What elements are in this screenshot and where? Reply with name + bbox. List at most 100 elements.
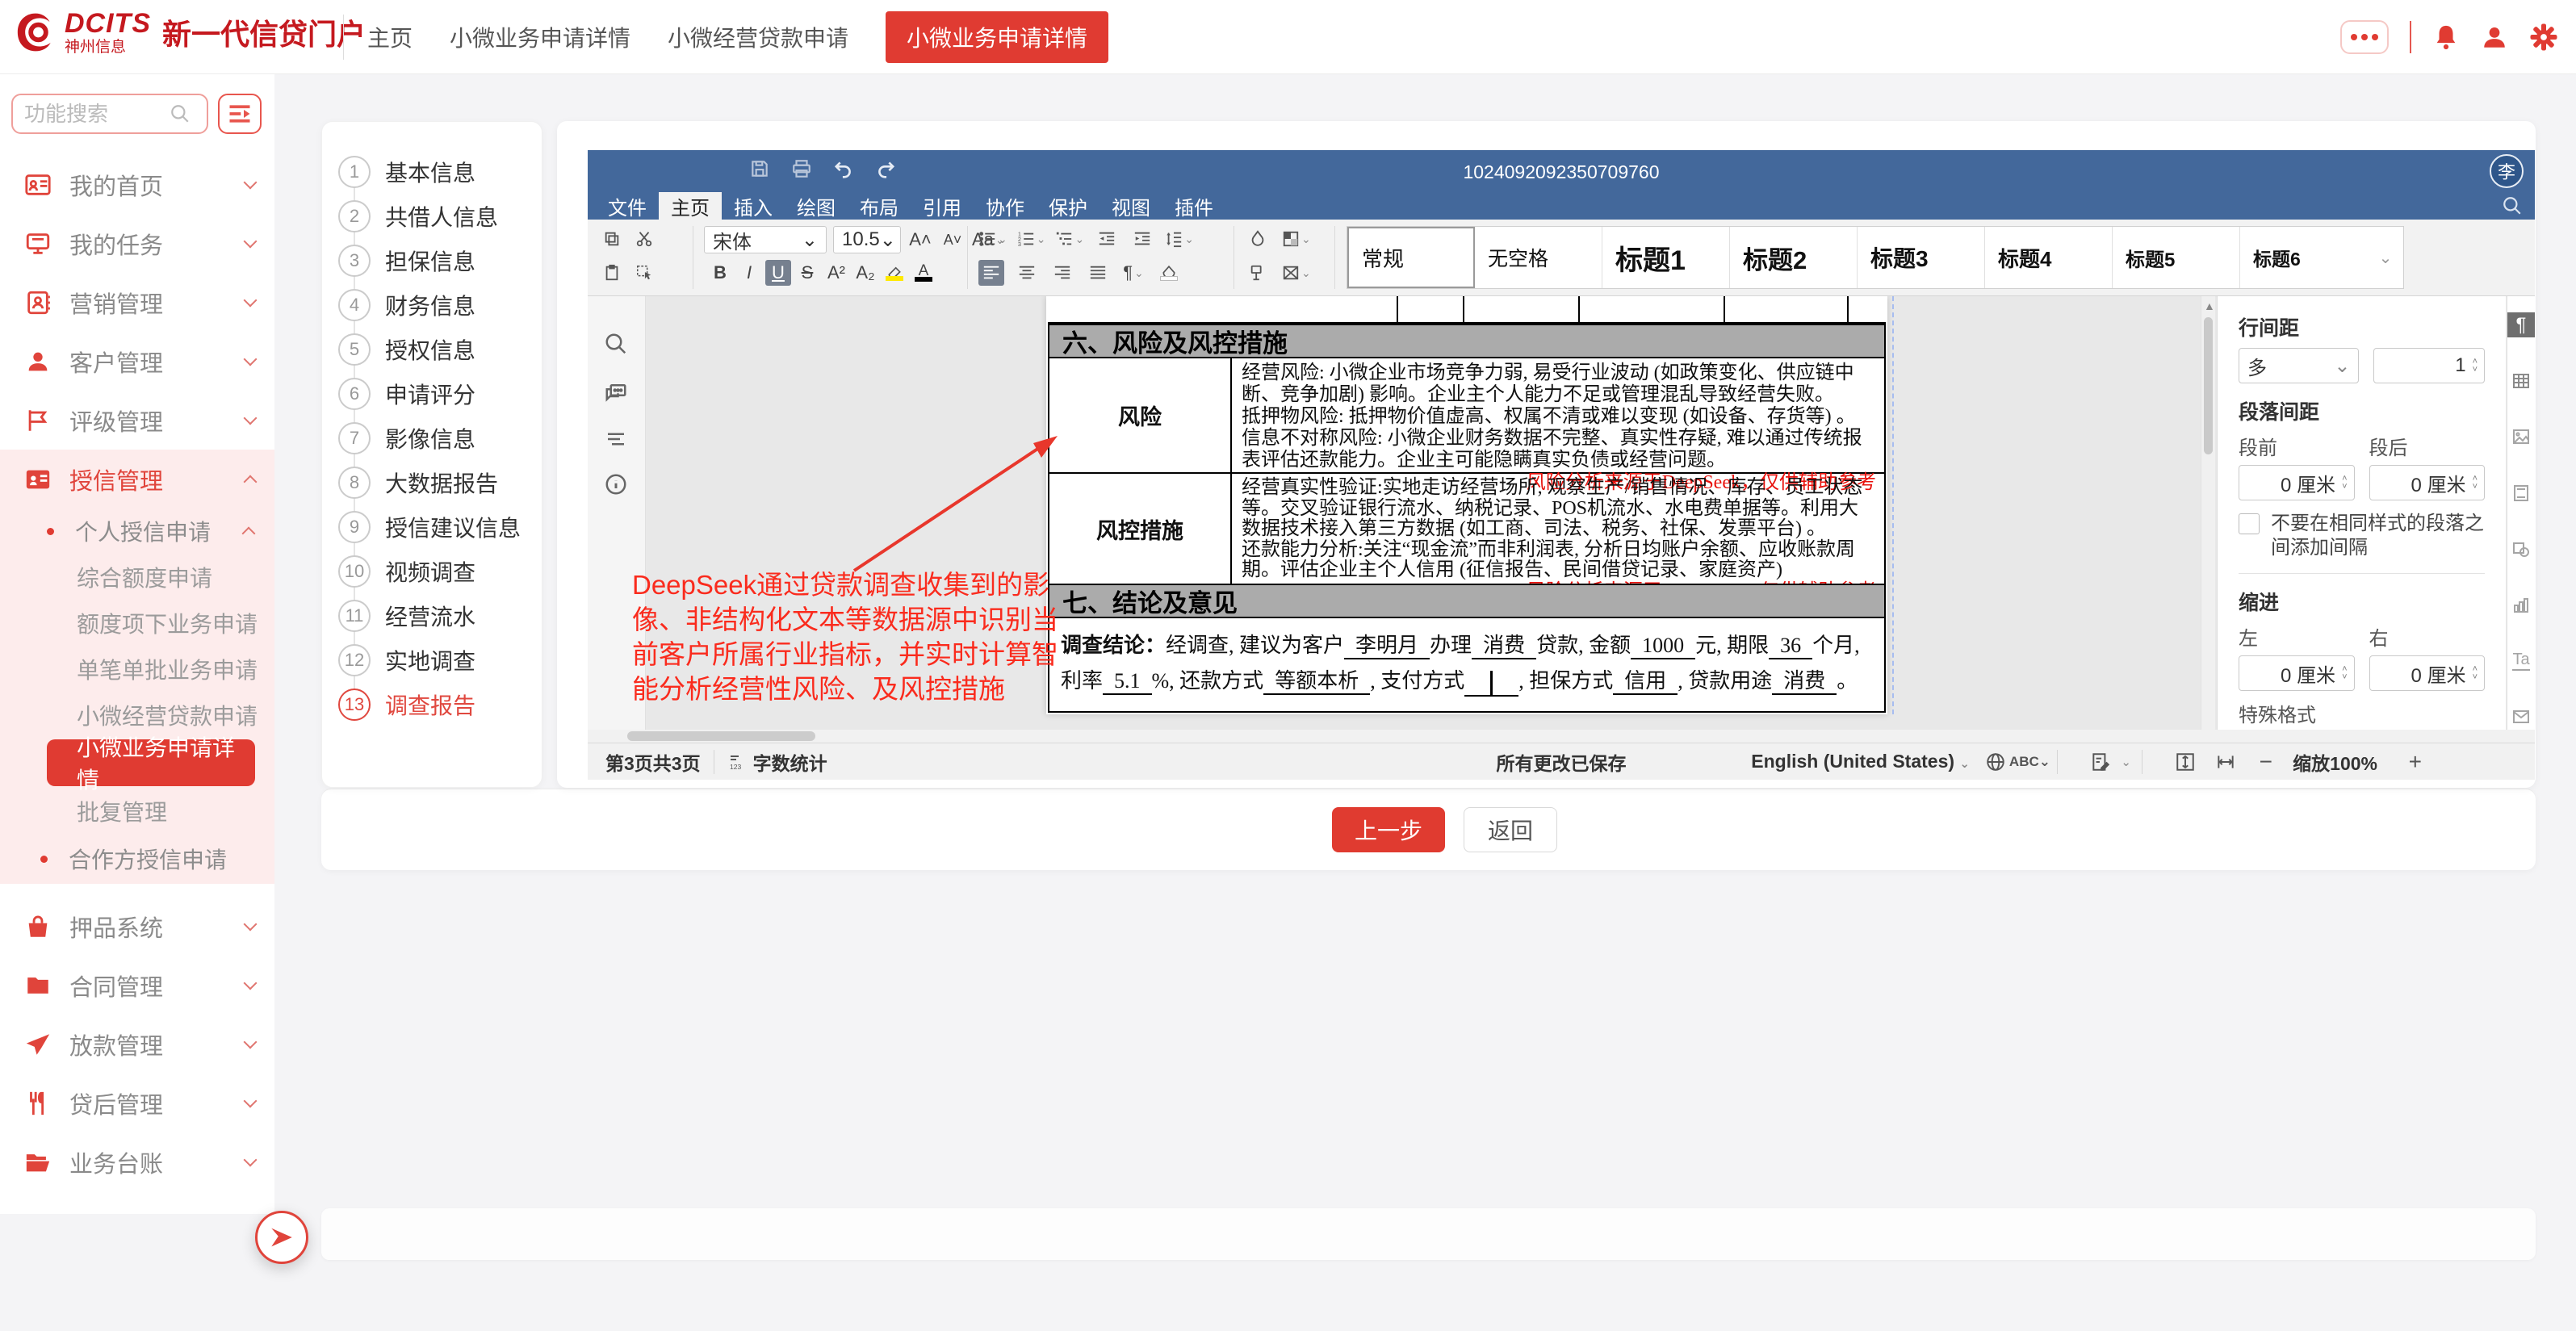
sidebar-item-credit-mgmt[interactable]: 授信管理 xyxy=(0,450,274,509)
paragraph-mark-icon[interactable]: ¶⌄ xyxy=(1120,260,1146,286)
step-coborrower[interactable]: 2共借人信息 xyxy=(338,200,498,232)
chart-panel-tab[interactable] xyxy=(2507,592,2536,617)
step-imaging[interactable]: 7影像信息 xyxy=(338,422,475,454)
sidebar-item-customers[interactable]: 客户管理 xyxy=(0,332,274,391)
style-heading2[interactable]: 标题2 xyxy=(1730,227,1858,288)
conclusion-paragraph[interactable]: 调查结论：经调查, 建议为客户李明月办理消费贷款, 金额1000元, 期限36个… xyxy=(1048,618,1886,713)
payment-method-blank[interactable] xyxy=(1464,669,1518,697)
style-heading4[interactable]: 标题4 xyxy=(1985,227,2113,288)
language-select[interactable]: English (United States) ⌄ xyxy=(1751,751,1970,772)
hscroll-thumb[interactable] xyxy=(627,731,815,741)
style-heading6[interactable]: 标题6 xyxy=(2240,227,2368,288)
ink-icon[interactable] xyxy=(1245,226,1271,252)
step-authorization[interactable]: 5授权信息 xyxy=(338,333,475,366)
image-panel-tab[interactable] xyxy=(2507,425,2536,450)
italic-icon[interactable]: I xyxy=(736,260,762,286)
quick-send-fab[interactable] xyxy=(255,1211,308,1264)
shrink-font-icon[interactable]: A˅ xyxy=(940,227,965,253)
underline-icon[interactable]: U xyxy=(765,260,791,286)
spellcheck-icon[interactable]: ABC⌄ xyxy=(2009,754,2050,770)
menu-home[interactable]: 主页 xyxy=(659,192,722,220)
no-space-same-style-checkbox[interactable]: 不要在相同样式的段落之间添加间隔 xyxy=(2239,512,2485,560)
sidebar-item-collateral[interactable]: 押品系统 xyxy=(0,897,274,956)
bullet-list-icon[interactable]: ⌄ xyxy=(978,226,1007,252)
fit-page-icon[interactable] xyxy=(2175,751,2196,772)
sidebar-item-personal-credit[interactable]: 个人授信申请 xyxy=(0,509,274,554)
menu-collaboration[interactable]: 协作 xyxy=(974,192,1037,220)
function-search[interactable] xyxy=(11,94,208,134)
table-panel-tab[interactable] xyxy=(2507,368,2536,393)
vscroll-thumb[interactable] xyxy=(2204,317,2213,454)
spacing-after-input[interactable]: 0 厘米˄˅ xyxy=(2369,465,2486,500)
superscript-icon[interactable]: A² xyxy=(823,260,849,286)
decrease-indent-icon[interactable] xyxy=(1094,226,1120,252)
page-panel-tab[interactable] xyxy=(2507,480,2536,505)
user-icon[interactable] xyxy=(2481,23,2508,51)
sidebar-item-my-tasks[interactable]: 我的任务 xyxy=(0,214,274,273)
sidebar-item-partner-credit[interactable]: 合作方授信申请 xyxy=(0,834,274,884)
style-normal[interactable]: 常规 xyxy=(1347,227,1475,288)
editor-avatar[interactable]: 李 xyxy=(2490,154,2524,188)
menu-file[interactable]: 文件 xyxy=(596,192,659,220)
menu-insert[interactable]: 插入 xyxy=(722,192,785,220)
style-no-spacing[interactable]: 无空格 xyxy=(1475,227,1602,288)
text-art-panel-tab[interactable]: Ta xyxy=(2507,648,2536,673)
sidebar-item-contracts[interactable]: 合同管理 xyxy=(0,956,274,1015)
tab-micro-detail[interactable]: 小微业务申请详情 xyxy=(450,21,630,53)
step-survey-report[interactable]: 13调查报告 xyxy=(338,689,475,721)
numbered-list-icon[interactable]: 123⌄ xyxy=(1017,226,1046,252)
sidebar-item-rating[interactable]: 评级管理 xyxy=(0,391,274,450)
menu-references[interactable]: 引用 xyxy=(911,192,974,220)
menu-layout[interactable]: 布局 xyxy=(848,192,911,220)
gradient-fill-icon[interactable]: ⌄ xyxy=(1282,226,1311,252)
sidebar-item-post-loan[interactable]: 贷后管理 xyxy=(0,1074,274,1132)
fit-width-icon[interactable] xyxy=(2215,751,2236,772)
zoom-in-button[interactable]: + xyxy=(2409,749,2422,775)
bell-icon[interactable] xyxy=(2432,23,2460,51)
scroll-up-icon[interactable]: ▲ xyxy=(2204,299,2215,312)
highlight-color-icon[interactable] xyxy=(882,260,907,286)
style-heading3[interactable]: 标题3 xyxy=(1858,227,1985,288)
return-button[interactable]: 返回 xyxy=(1464,807,1557,852)
menu-view[interactable]: 视图 xyxy=(1100,192,1162,220)
grow-font-icon[interactable]: A˄ xyxy=(907,227,933,253)
sidebar-collapse-button[interactable] xyxy=(218,94,262,134)
navigation-icon[interactable] xyxy=(604,427,628,451)
info-icon[interactable] xyxy=(604,472,628,496)
step-finance[interactable]: 4财务信息 xyxy=(338,289,475,321)
more-actions-button[interactable] xyxy=(2340,20,2389,54)
font-color-icon[interactable]: A xyxy=(911,260,936,286)
paragraph-panel-tab[interactable]: ¶ xyxy=(2507,312,2536,337)
search-input[interactable] xyxy=(24,102,170,127)
gear-icon[interactable] xyxy=(2529,23,2558,52)
document-page[interactable]: 六、风险及风控措施 风险 经营风险: 小微企业市场竞争力弱, 易受行业波动 (如… xyxy=(1046,296,1887,714)
sidebar-item-my-home[interactable]: 我的首页 xyxy=(0,155,274,214)
style-heading5[interactable]: 标题5 xyxy=(2113,227,2240,288)
bold-icon[interactable]: B xyxy=(707,260,733,286)
signature-icon[interactable] xyxy=(1245,260,1271,286)
step-bigdata-report[interactable]: 8大数据报告 xyxy=(338,467,498,499)
track-changes-dropdown[interactable]: ⌄ xyxy=(2121,755,2131,769)
find-icon[interactable] xyxy=(604,332,628,356)
sidebar-item-marketing[interactable]: 营销管理 xyxy=(0,273,274,332)
copy-icon[interactable] xyxy=(599,226,625,252)
line-spacing-select[interactable]: 多⌄ xyxy=(2239,348,2359,383)
zoom-level[interactable]: 缩放100% xyxy=(2293,748,2377,776)
tab-micro-loan-apply[interactable]: 小微经营贷款申请 xyxy=(668,21,848,53)
sidebar-item-disbursement[interactable]: 放款管理 xyxy=(0,1015,274,1074)
step-video-survey[interactable]: 10视频调查 xyxy=(338,555,475,588)
track-changes-icon[interactable] xyxy=(2090,751,2111,772)
menu-protection[interactable]: 保护 xyxy=(1037,192,1100,220)
frame-icon[interactable]: ⌄ xyxy=(1282,260,1311,286)
step-site-survey[interactable]: 12实地调查 xyxy=(338,644,475,676)
menu-plugins[interactable]: 插件 xyxy=(1162,192,1225,220)
sidebar-item-single-batch[interactable]: 单笔单批业务申请 xyxy=(0,646,274,692)
subscript-icon[interactable]: A₂ xyxy=(852,260,878,286)
sidebar-item-comprehensive-quota[interactable]: 综合额度申请 xyxy=(0,554,274,600)
document-vscrollbar[interactable]: ▲ xyxy=(2201,296,2215,730)
shape-panel-tab[interactable] xyxy=(2507,537,2536,562)
checkbox-icon[interactable] xyxy=(2239,513,2260,534)
previous-step-button[interactable]: 上一步 xyxy=(1332,807,1445,852)
step-basic-info[interactable]: 1基本信息 xyxy=(338,156,475,188)
increase-indent-icon[interactable] xyxy=(1129,226,1155,252)
